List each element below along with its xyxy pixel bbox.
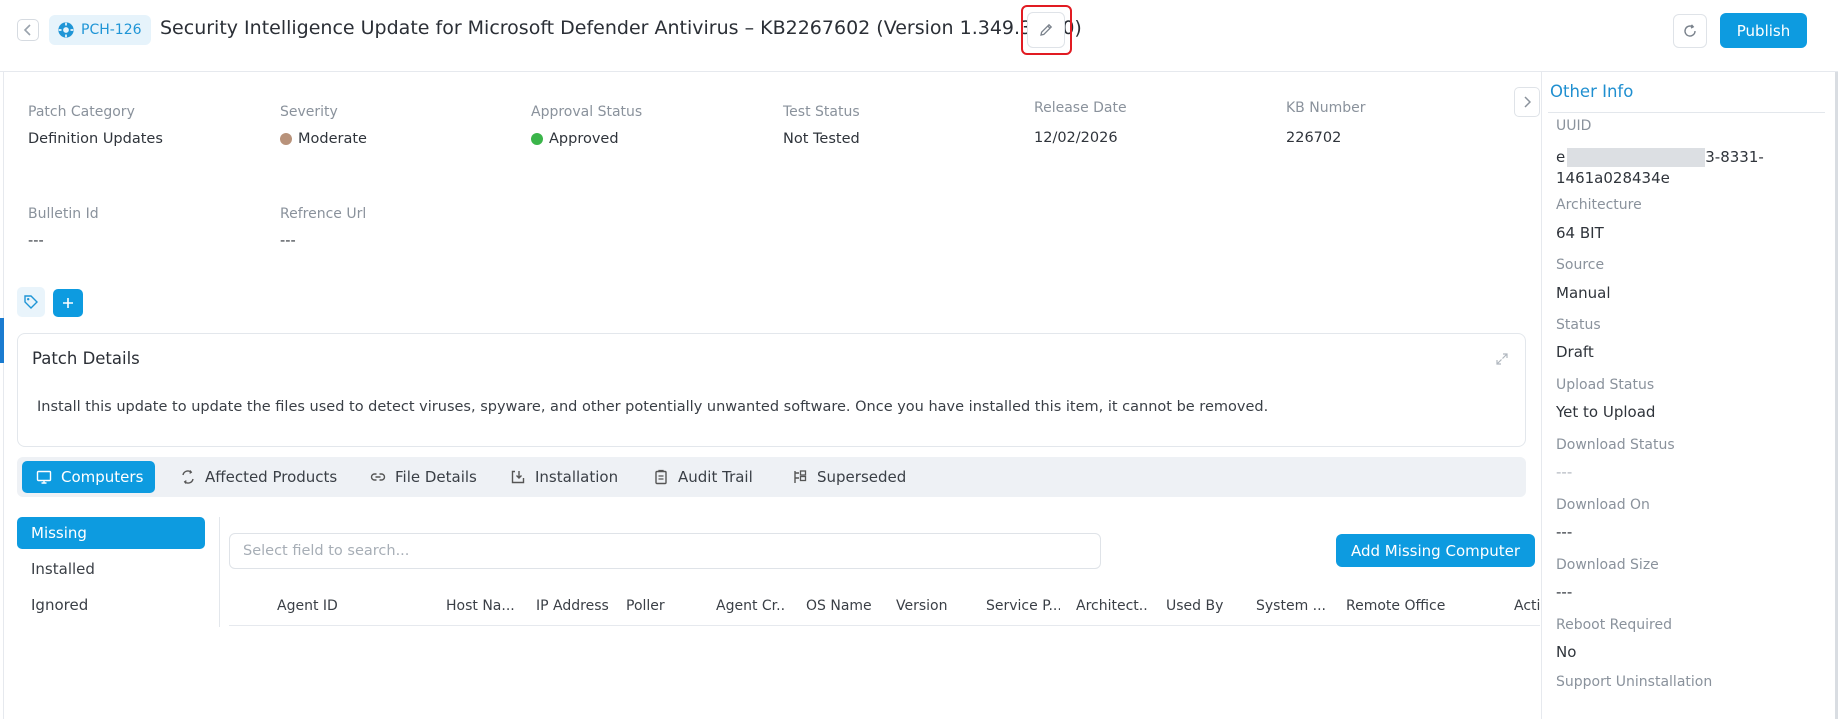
products-icon — [182, 470, 194, 484]
status-value: Draft — [1556, 343, 1594, 361]
patch-id: PCH-126 — [81, 22, 142, 38]
support-uninstallation-label: Support Uninstallation — [1556, 674, 1713, 690]
sub-nav-ignored[interactable]: Ignored — [17, 589, 205, 621]
source-value: Manual — [1556, 284, 1611, 302]
sub-nav-missing[interactable]: Missing — [17, 517, 205, 549]
page-header: PCH-126 Security Intelligence Update for… — [0, 0, 1838, 72]
uuid-value: e 3-8331- 1461a028434e — [1556, 148, 1764, 187]
column-header[interactable]: OS Name — [806, 598, 872, 614]
clipboard-icon — [655, 469, 667, 485]
severity-dot-icon — [280, 133, 292, 145]
patch-category-value: Definition Updates — [28, 131, 163, 147]
page-title: Security Intelligence Update for Microso… — [160, 17, 1082, 39]
test-status-label: Test Status — [783, 104, 860, 120]
refresh-button[interactable] — [1673, 14, 1707, 48]
approval-status-label: Approval Status — [531, 104, 643, 120]
bulletin-id-label: Bulletin Id — [28, 206, 99, 222]
release-date-label: Release Date — [1034, 100, 1127, 116]
column-header[interactable]: Service P... — [986, 598, 1060, 614]
link-icon — [370, 473, 386, 481]
tab-file-details[interactable]: File Details — [362, 461, 485, 493]
publish-button[interactable]: Publish — [1720, 13, 1807, 48]
patch-details-description: Install this update to update the files … — [37, 399, 1269, 415]
add-missing-computer-button[interactable]: Add Missing Computer — [1336, 534, 1535, 567]
column-header[interactable]: Version — [896, 598, 947, 614]
kb-number-label: KB Number — [1286, 100, 1366, 116]
patch-gear-icon — [58, 22, 74, 38]
severity-value: Moderate — [280, 131, 367, 147]
reboot-required-value: No — [1556, 643, 1577, 661]
column-header[interactable]: System ... — [1256, 598, 1326, 614]
column-header[interactable]: Poller — [626, 598, 665, 614]
monitor-icon — [36, 470, 52, 484]
edit-title-button[interactable] — [1027, 12, 1065, 48]
left-accent-bar — [0, 318, 4, 363]
install-icon — [511, 470, 525, 484]
reference-url-label: Refrence Url — [280, 206, 367, 222]
detail-tabs: Computers Affected Products File Details… — [17, 457, 1526, 497]
download-size-value: --- — [1556, 583, 1573, 601]
column-header[interactable]: Host Na... — [446, 598, 516, 614]
upload-status-label: Upload Status — [1556, 377, 1655, 393]
column-header[interactable]: IP Address — [536, 598, 609, 614]
sub-nav-divider — [219, 517, 220, 627]
source-label: Source — [1556, 257, 1605, 273]
download-on-label: Download On — [1556, 497, 1650, 513]
tab-affected-products[interactable]: Affected Products — [172, 461, 345, 493]
patch-details-card: Patch Details Install this update to upd… — [17, 333, 1526, 447]
patch-category-label: Patch Category — [28, 104, 135, 120]
collapse-side-panel-button[interactable] — [1514, 87, 1540, 117]
column-header[interactable]: Architect... — [1076, 598, 1148, 614]
tab-computers[interactable]: Computers — [22, 461, 156, 493]
severity-label: Severity — [280, 104, 338, 120]
expand-icon[interactable] — [1495, 352, 1509, 366]
column-header[interactable]: Used By — [1166, 598, 1223, 614]
tab-superseded[interactable]: Superseded — [784, 461, 914, 493]
download-size-label: Download Size — [1556, 557, 1659, 573]
computers-sub-nav: Missing Installed Ignored — [17, 517, 205, 625]
other-info-title: Other Info — [1550, 82, 1634, 101]
chevron-right-icon — [1524, 96, 1531, 108]
tags-button[interactable] — [17, 287, 45, 317]
tag-icon — [24, 295, 38, 309]
column-header[interactable]: Acti — [1514, 598, 1540, 614]
download-status-value: --- — [1556, 463, 1573, 481]
left-border — [3, 72, 4, 719]
plus-icon — [63, 298, 73, 308]
bulletin-id-value: --- — [28, 233, 44, 249]
add-tag-button[interactable] — [53, 289, 83, 317]
column-header[interactable]: Agent ID — [277, 598, 338, 614]
pencil-icon — [1040, 23, 1053, 36]
test-status-value: Not Tested — [783, 131, 860, 147]
column-header[interactable]: Agent Cr... — [716, 598, 786, 614]
tab-installation[interactable]: Installation — [502, 461, 626, 493]
chevron-left-icon — [23, 24, 31, 36]
download-status-label: Download Status — [1556, 437, 1675, 453]
patch-details-title: Patch Details — [32, 349, 140, 368]
release-date-value: 12/02/2026 — [1034, 130, 1118, 146]
upload-status-value: Yet to Upload — [1556, 403, 1656, 421]
reference-url-value: --- — [280, 233, 296, 249]
other-info-separator — [1548, 112, 1825, 113]
uuid-label: UUID — [1556, 118, 1592, 134]
patch-id-badge: PCH-126 — [49, 15, 151, 45]
architecture-value: 64 BIT — [1556, 224, 1604, 242]
sub-nav-installed[interactable]: Installed — [17, 553, 205, 585]
superseded-icon — [794, 470, 807, 483]
download-on-value: --- — [1556, 523, 1573, 541]
back-button[interactable] — [17, 19, 39, 41]
approved-dot-icon — [531, 133, 543, 145]
kb-number-value: 226702 — [1286, 130, 1342, 146]
computers-table-header: Agent ID Host Na... IP Address Poller Ag… — [229, 590, 1540, 626]
architecture-label: Architecture — [1556, 197, 1642, 213]
column-header[interactable]: Remote Office — [1346, 598, 1445, 614]
refresh-icon — [1684, 24, 1696, 37]
search-input[interactable] — [229, 533, 1101, 569]
status-label: Status — [1556, 317, 1601, 333]
other-info-panel: Other Info UUID e 3-8331- 1461a028434e Ar… — [1541, 72, 1838, 719]
tab-audit-trail[interactable]: Audit Trail — [645, 461, 761, 493]
uuid-redaction — [1567, 148, 1706, 167]
reboot-required-label: Reboot Required — [1556, 617, 1672, 633]
approval-status-value: Approved — [531, 131, 619, 147]
